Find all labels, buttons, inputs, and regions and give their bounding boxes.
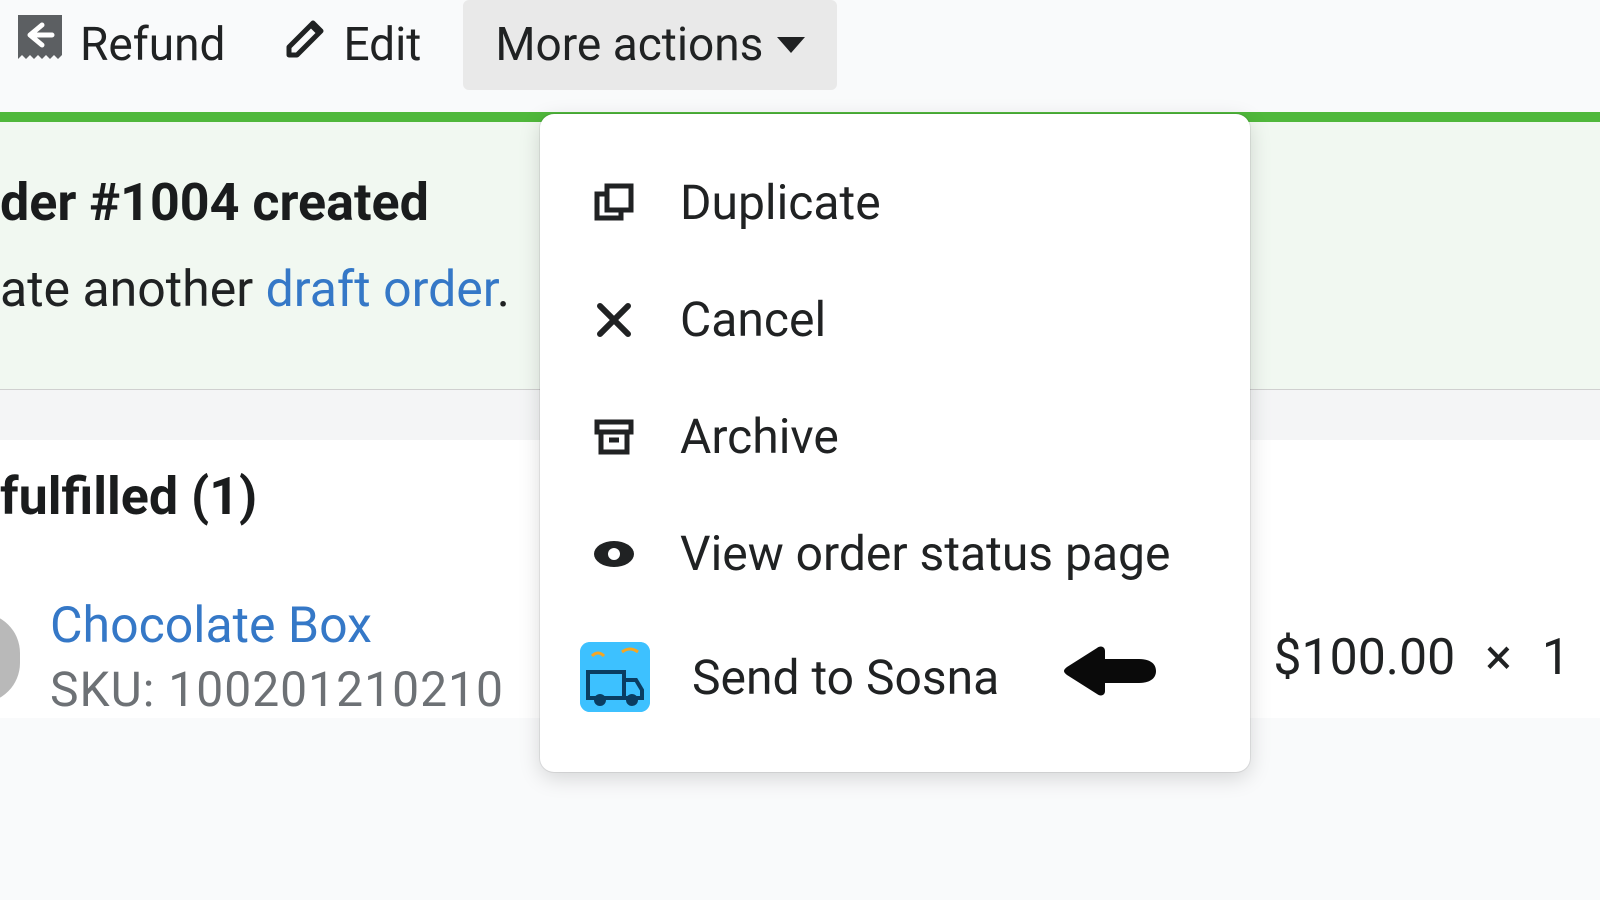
dropdown-item-label: Archive: [680, 408, 839, 465]
product-thumbnail: [0, 613, 20, 703]
dropdown-item-duplicate[interactable]: Duplicate: [540, 144, 1250, 261]
line-item-price: $100.00 × 1: [1273, 629, 1570, 687]
dropdown-item-send-to-sosna[interactable]: Send to Sosna: [540, 612, 1250, 742]
dropdown-item-label: Send to Sosna: [692, 649, 999, 706]
archive-icon: [590, 413, 638, 461]
refund-button[interactable]: Refund: [0, 3, 239, 87]
more-actions-button[interactable]: More actions: [463, 0, 837, 90]
times-symbol: ×: [1485, 629, 1512, 687]
draft-order-link[interactable]: draft order: [266, 261, 497, 319]
more-actions-dropdown: Duplicate Cancel Archive View order stat…: [540, 114, 1250, 772]
unit-price: $100.00: [1273, 629, 1455, 687]
refund-icon: [14, 11, 66, 79]
more-actions-label: More actions: [495, 18, 763, 72]
dropdown-item-label: Duplicate: [680, 174, 881, 231]
dropdown-item-label: Cancel: [680, 291, 826, 348]
dropdown-item-label: View order status page: [680, 525, 1170, 582]
dropdown-item-view-status[interactable]: View order status page: [540, 495, 1250, 612]
edit-button[interactable]: Edit: [267, 7, 435, 83]
caret-down-icon: [777, 37, 805, 53]
product-sku: SKU: 100201210210: [50, 661, 504, 718]
product-name-link[interactable]: Chocolate Box: [50, 597, 504, 655]
order-toolbar: Refund Edit More actions: [0, 0, 1600, 112]
refund-label: Refund: [80, 18, 225, 72]
pointing-hand-icon: [1061, 643, 1161, 711]
eye-icon: [590, 530, 638, 578]
banner-subtext-prefix: ate another: [0, 261, 266, 319]
dropdown-item-archive[interactable]: Archive: [540, 378, 1250, 495]
quantity: 1: [1542, 629, 1570, 687]
duplicate-icon: [590, 179, 638, 227]
product-info: Chocolate Box SKU: 100201210210: [50, 597, 504, 718]
pencil-icon: [281, 15, 329, 75]
sosna-app-icon: [580, 642, 650, 712]
close-icon: [590, 296, 638, 344]
edit-label: Edit: [343, 18, 421, 72]
dropdown-item-cancel[interactable]: Cancel: [540, 261, 1250, 378]
banner-subtext-suffix: .: [497, 261, 510, 319]
